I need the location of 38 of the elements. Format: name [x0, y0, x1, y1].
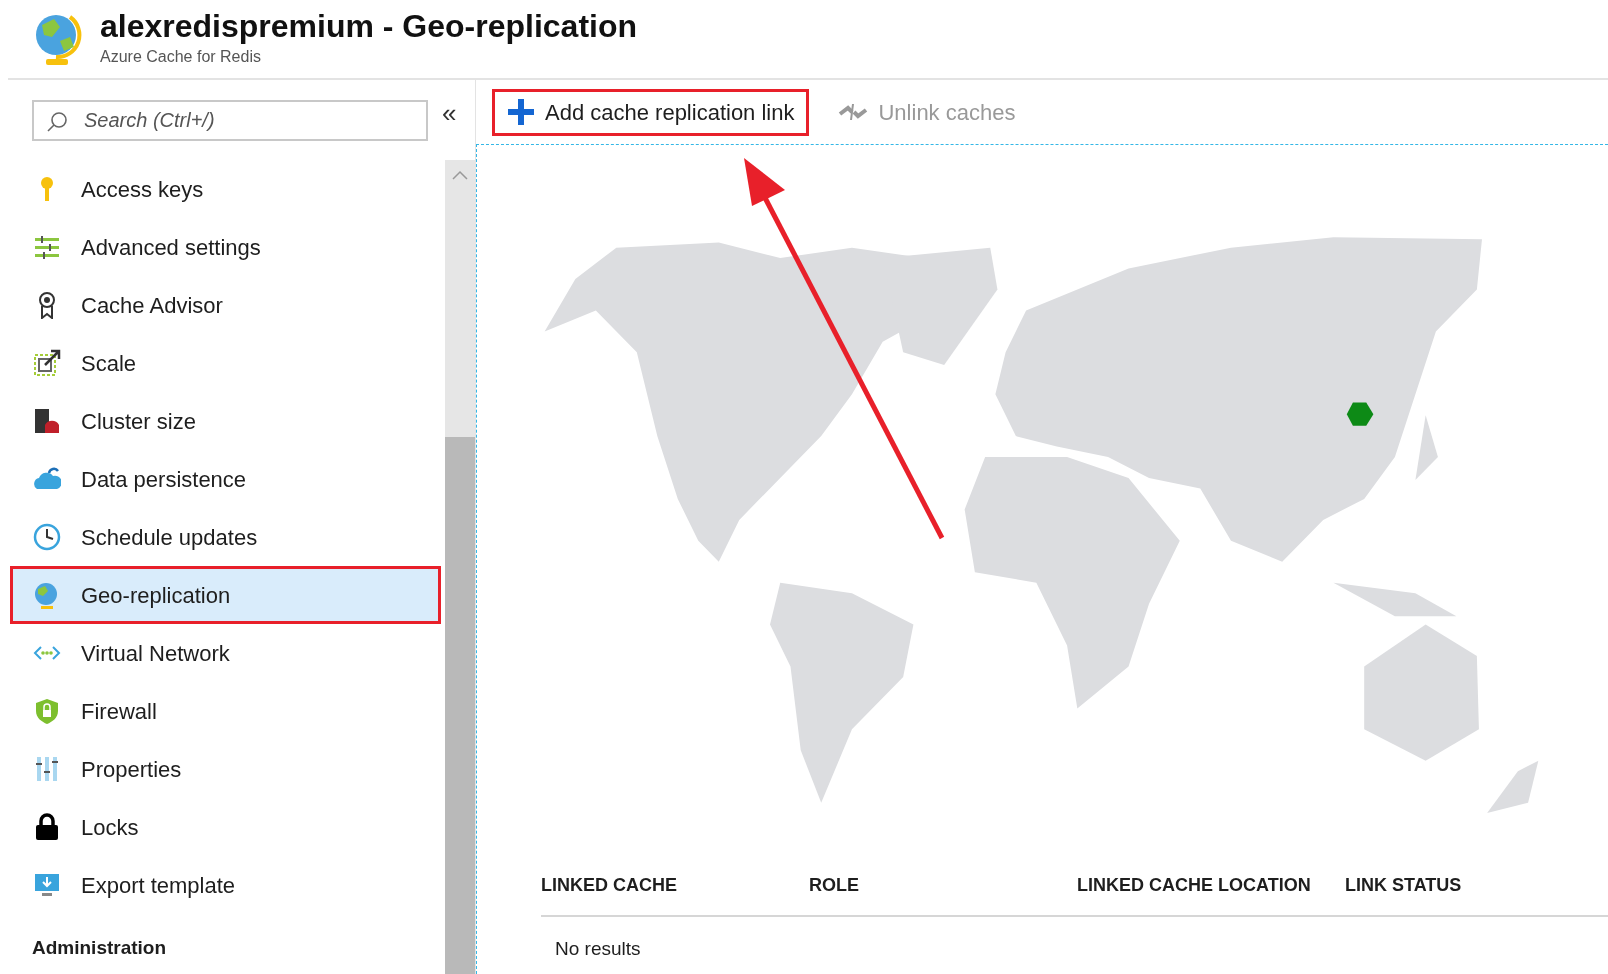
- scroll-up-icon[interactable]: [452, 170, 468, 180]
- broken-link-icon: [838, 102, 869, 122]
- add-button[interactable]: Add cache replication link: [492, 88, 810, 136]
- plus-icon: [507, 98, 535, 126]
- sidebar-item[interactable]: Advanced settings: [10, 218, 441, 276]
- sidebar-item[interactable]: Export template: [10, 856, 441, 914]
- sidebar-item[interactable]: Geo-replication: [10, 566, 441, 624]
- sidebar-item[interactable]: Cache Advisor: [10, 276, 441, 334]
- sidebar-item[interactable]: Scale: [10, 334, 441, 392]
- empty-message: No results: [554, 937, 642, 961]
- collapse-button[interactable]: «: [436, 100, 463, 126]
- scrollbar-thumb[interactable]: [445, 437, 475, 974]
- location-marker[interactable]: [1346, 402, 1374, 426]
- sidebar-item[interactable]: Virtual Network: [10, 624, 441, 682]
- shield-icon: [33, 697, 61, 725]
- search-field[interactable]: Search (Ctrl+/): [32, 100, 428, 141]
- sidebar-item[interactable]: Access keys: [10, 160, 441, 218]
- scrollbar[interactable]: [445, 160, 475, 974]
- sidebar-item[interactable]: Locks: [10, 798, 441, 856]
- column-header[interactable]: ROLE: [809, 871, 1077, 899]
- sliders-icon: [33, 233, 61, 261]
- sidebar-item[interactable]: Data persistence: [10, 450, 441, 508]
- sidebar-item[interactable]: Firewall: [10, 682, 441, 740]
- sidebar-item[interactable]: Schedule updates: [10, 508, 441, 566]
- clock-icon: [33, 523, 61, 551]
- properties-icon: [33, 755, 61, 783]
- monitor-icon: [33, 871, 61, 899]
- section-heading: Administration: [31, 936, 168, 960]
- server-icon: [33, 407, 61, 435]
- sidebar-item[interactable]: Cluster size: [10, 392, 441, 450]
- page-subtitle: Azure Cache for Redis: [100, 46, 262, 67]
- column-header[interactable]: LINKED CACHE: [541, 871, 809, 899]
- lock-icon: [33, 813, 61, 841]
- page-title: alexredispremium - Geo-replication: [100, 9, 638, 45]
- column-header[interactable]: LINKED CACHE LOCATION: [1077, 871, 1345, 899]
- column-header[interactable]: LINK STATUS: [1345, 871, 1608, 899]
- sidebar-item[interactable]: Properties: [10, 740, 441, 798]
- resize-icon: [33, 349, 61, 377]
